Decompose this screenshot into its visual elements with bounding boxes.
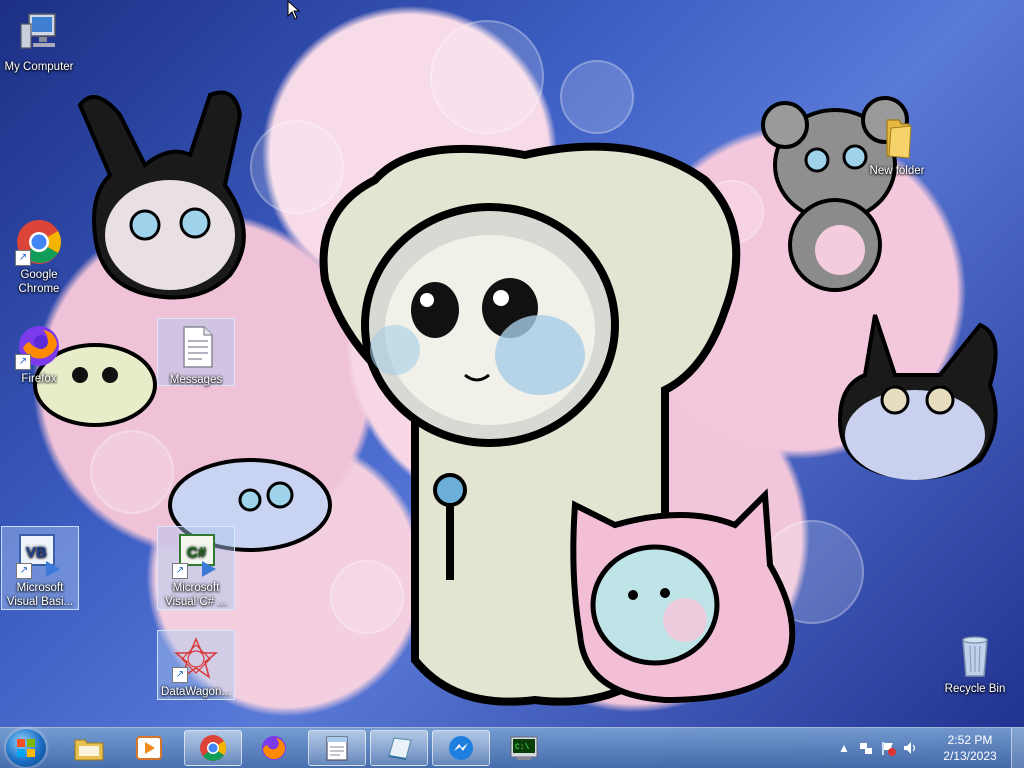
desktop-icon-label: Microsoft Visual C# ... — [165, 582, 227, 608]
messenger-icon — [449, 736, 473, 760]
taskbar-chrome-button[interactable] — [184, 730, 242, 766]
taskbar-explorer-button[interactable] — [60, 730, 118, 766]
wallpaper-bunny-top-left — [77, 90, 246, 300]
paper-note-icon — [388, 737, 412, 760]
start-button[interactable] — [6, 729, 46, 767]
shortcut-arrow-icon: ↗ — [16, 563, 32, 579]
firefox-icon — [262, 736, 286, 760]
datawagon-icon: ↗ — [172, 635, 220, 683]
shortcut-arrow-icon: ↗ — [15, 250, 31, 266]
explorer-folder-icon — [74, 739, 104, 761]
desktop-icon-messages[interactable]: Messages — [157, 318, 235, 386]
visual-csharp-icon: C# ↗ — [172, 531, 220, 579]
show-desktop-button[interactable] — [1011, 728, 1024, 768]
desktop-icon-visual-basic[interactable]: VB ↗ Microsoft Visual Basi... — [1, 526, 79, 610]
desktop-icon-label: Google Chrome — [18, 269, 60, 295]
desktop-icon-label: New folder — [869, 165, 925, 177]
system-tray: ▲ 2:52 PM 2/13/2023 — [834, 728, 1024, 768]
desktop-icon-label: Microsoft Visual Basi... — [6, 582, 74, 608]
recycle-bin-icon — [951, 632, 999, 680]
taskbar-notepad-button[interactable] — [308, 730, 366, 766]
taskbar-paper-note-button[interactable] — [370, 730, 428, 766]
windows-logo-icon — [17, 739, 35, 757]
desktop-icon-label: Recycle Bin — [944, 683, 1006, 695]
taskbar-clock[interactable]: 2:52 PM 2/13/2023 — [940, 732, 1000, 764]
firefox-icon: ↗ — [15, 322, 63, 370]
volume-speaker-icon[interactable] — [902, 740, 918, 756]
text-document-icon — [172, 323, 220, 371]
notepad-icon — [326, 736, 348, 761]
folder-icon — [873, 114, 921, 162]
taskbar-messenger-button[interactable] — [432, 730, 490, 766]
clock-time: 2:52 PM — [947, 733, 993, 747]
taskbar: C:\ ▲ 2:52 PM 2/13/2023 — [0, 727, 1024, 768]
show-hidden-icons-arrow-icon[interactable]: ▲ — [836, 740, 852, 756]
visual-basic-icon: VB ↗ — [16, 531, 64, 579]
desktop-icon-new-folder[interactable]: New folder — [858, 110, 936, 178]
computer-icon — [15, 10, 63, 58]
wallpaper-bunny-right — [837, 314, 998, 480]
chrome-icon — [200, 735, 227, 761]
clock-date: 2/13/2023 — [943, 749, 997, 763]
taskbar-firefox-button[interactable] — [245, 730, 303, 766]
taskbar-media-player-button[interactable] — [120, 730, 178, 766]
desktop-icon-label: Messages — [169, 374, 223, 386]
desktop-icon-label: My Computer — [4, 61, 74, 73]
taskbar-terminal-button[interactable]: C:\ — [496, 730, 554, 766]
action-center-flag-icon[interactable] — [880, 740, 896, 756]
desktop-icon-label: Firefox — [21, 373, 57, 385]
shortcut-arrow-icon: ↗ — [15, 354, 31, 370]
desktop-icon-recycle-bin[interactable]: Recycle Bin — [936, 628, 1014, 696]
desktop-icon-datawagon[interactable]: ↗ DataWagon... — [157, 630, 235, 700]
svg-text:C:\: C:\ — [515, 743, 530, 752]
chrome-icon: ↗ — [15, 218, 63, 266]
desktop-icon-firefox[interactable]: ↗ Firefox — [0, 318, 78, 386]
media-player-icon — [136, 736, 162, 760]
desktop-icon-visual-csharp[interactable]: C# ↗ Microsoft Visual C# ... — [157, 526, 235, 610]
network-icon[interactable] — [858, 740, 874, 756]
desktop-icon-label: DataWagon... — [161, 686, 231, 698]
mouse-pointer-icon — [287, 0, 301, 20]
desktop-icon-google-chrome[interactable]: ↗ Google Chrome — [0, 214, 78, 296]
shortcut-arrow-icon: ↗ — [172, 667, 188, 683]
terminal-icon: C:\ — [510, 736, 538, 760]
desktop-icon-my-computer[interactable]: My Computer — [0, 6, 78, 74]
shortcut-arrow-icon: ↗ — [172, 563, 188, 579]
svg-text:C#: C# — [187, 544, 207, 561]
svg-text:VB: VB — [26, 544, 47, 561]
